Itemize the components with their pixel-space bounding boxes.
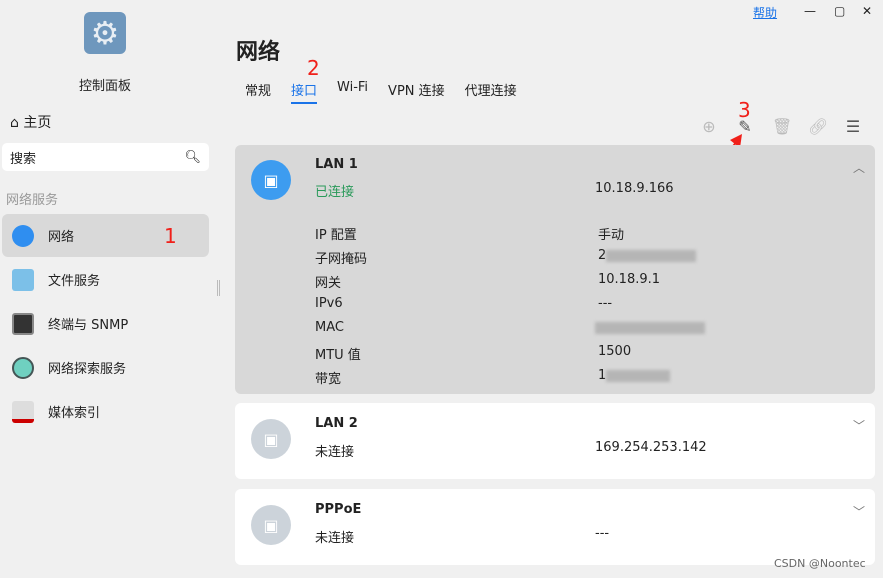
ethernet-icon: ▣	[251, 419, 291, 459]
redacted	[606, 249, 697, 262]
interface-name: LAN 1	[315, 157, 358, 172]
watermark: CSDN @Noontec	[774, 557, 866, 570]
detail-label: 子网掩码	[315, 252, 368, 267]
interface-ip: ---	[595, 526, 610, 541]
interface-name: LAN 2	[315, 416, 358, 431]
interface-ip: 10.18.9.166	[595, 181, 674, 196]
chevron-down-icon[interactable]: ﹀	[853, 417, 865, 434]
chevron-up-icon[interactable]: ︿	[853, 159, 865, 176]
chevron-down-icon[interactable]: ﹀	[853, 503, 865, 520]
detail-value: 1500	[598, 344, 632, 359]
interface-card-lan1[interactable]: ▣ LAN 1 已连接 10.18.9.166 ︿ IP 配置 手动 子网掩码 2 …	[235, 145, 875, 394]
detail-label: 带宽	[315, 372, 342, 387]
detail-value: 10.18.9.1	[598, 272, 661, 287]
redacted	[595, 321, 705, 334]
detail-label: IPv6	[315, 296, 343, 311]
interface-card-lan2[interactable]: ▣ LAN 2 未连接 169.254.253.142 ﹀	[235, 403, 875, 479]
detail-value: ---	[598, 296, 613, 311]
detail-value: 1	[598, 368, 607, 383]
detail-value: 2	[598, 248, 607, 263]
detail-label: MTU 值	[315, 348, 361, 363]
detail-label: IP 配置	[315, 228, 357, 243]
detail-label: 网关	[315, 276, 342, 291]
interface-status: 未连接	[315, 531, 355, 546]
interface-name: PPPoE	[315, 502, 362, 517]
detail-label: MAC	[315, 320, 344, 335]
interface-card-pppoe[interactable]: ▣ PPPoE 未连接 --- ﹀	[235, 489, 875, 565]
interface-status: 已连接	[315, 185, 355, 200]
detail-value: 手动	[598, 228, 625, 243]
ethernet-icon: ▣	[251, 505, 291, 545]
ethernet-icon: ▣	[251, 160, 291, 200]
interface-ip: 169.254.253.142	[595, 440, 707, 455]
redacted	[606, 369, 671, 382]
interface-status: 未连接	[315, 445, 355, 460]
